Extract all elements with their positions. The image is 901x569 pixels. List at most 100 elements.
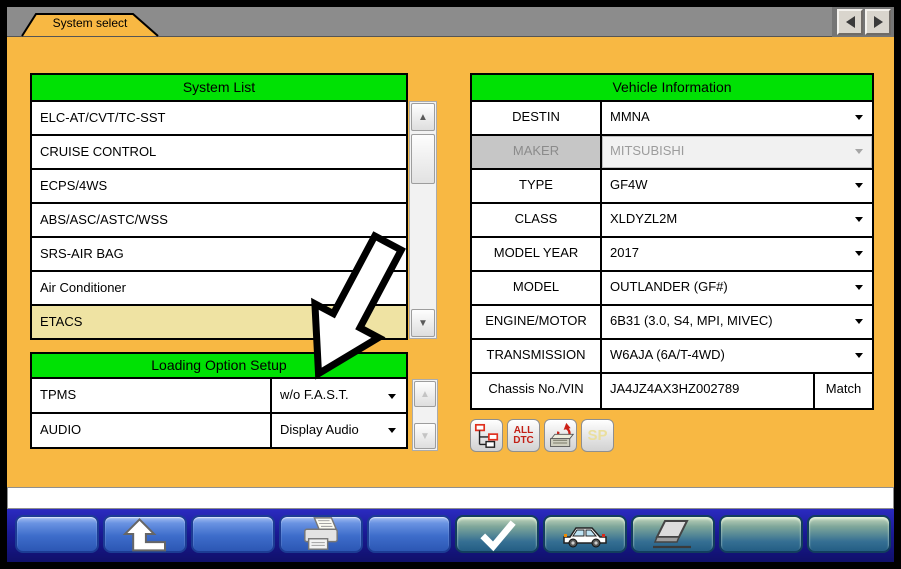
field-label: TYPE [472, 170, 602, 202]
back-home-button[interactable] [103, 515, 187, 553]
option-row: AUDIO Display Audio [32, 414, 406, 447]
vehicle-info-row-disabled: MAKER MITSUBISHI [472, 136, 872, 170]
printer-icon [299, 515, 343, 553]
caret-down-icon [388, 394, 396, 399]
caret-down-icon [855, 217, 863, 222]
class-dropdown[interactable]: XLDYZL2M [602, 204, 872, 236]
system-list-header: System List [30, 73, 408, 102]
vehicle-info-row: ENGINE/MOTOR 6B31 (3.0, S4, MPI, MIVEC) [472, 306, 872, 340]
mut3-window: System select System List ELC-AT/CVT/TC-… [0, 0, 901, 569]
engine-dropdown[interactable]: 6B31 (3.0, S4, MPI, MIVEC) [602, 306, 872, 338]
destin-dropdown[interactable]: MMNA [602, 102, 872, 134]
system-list-scrollbar[interactable]: ▲ ▼ [409, 101, 437, 339]
all-dtc-icon: DTC [513, 436, 534, 446]
caret-down-icon [855, 353, 863, 358]
checkmark-icon [469, 515, 525, 553]
field-label: TRANSMISSION [472, 340, 602, 372]
vehicle-info-row: MODEL YEAR 2017 [472, 238, 872, 272]
ok-confirm-button[interactable] [455, 515, 539, 553]
list-item-selected[interactable]: ETACS [32, 306, 406, 338]
loading-option-header: Loading Option Setup [30, 352, 408, 379]
caret-down-icon [855, 285, 863, 290]
vehicle-select-button[interactable] [543, 515, 627, 553]
field-label: MODEL [472, 272, 602, 304]
toolbar-button-blank-1[interactable] [15, 515, 99, 553]
field-label: Chassis No./VIN [472, 374, 602, 408]
option-label: AUDIO [32, 414, 272, 447]
field-label: ENGINE/MOTOR [472, 306, 602, 338]
tpms-dropdown[interactable]: w/o F.A.S.T. [272, 379, 406, 412]
loading-option-scrollbar: ▲ ▼ [412, 379, 438, 451]
audio-dropdown[interactable]: Display Audio [272, 414, 406, 447]
field-label: MAKER [472, 136, 602, 168]
system-tree-icon [473, 422, 501, 450]
vehicle-info-row: DESTIN MMNA [472, 102, 872, 136]
toolbar-button-blank-4[interactable] [719, 515, 803, 553]
caret-down-icon [855, 115, 863, 120]
tab-nav-panel [832, 7, 894, 37]
vin-value: JA4JZ4AX3HZ002789 [602, 374, 813, 408]
ecu-reload-button[interactable] [544, 419, 577, 452]
all-dtc-button[interactable]: ALL DTC [507, 419, 540, 452]
triangle-down-icon: ▼ [420, 431, 430, 442]
match-button[interactable]: Match [813, 374, 872, 408]
ecu-reload-icon [547, 422, 575, 450]
list-item[interactable]: Air Conditioner [32, 272, 406, 306]
caret-down-icon [388, 428, 396, 433]
triangle-up-icon: ▲ [420, 389, 430, 400]
option-row: TPMS w/o F.A.S.T. [32, 379, 406, 414]
toolbar-button-blank-5[interactable] [807, 515, 891, 553]
transmission-dropdown[interactable]: W6AJA (6A/T-4WD) [602, 340, 872, 372]
vehicle-info-row: TYPE GF4W [472, 170, 872, 204]
system-list: ELC-AT/CVT/TC-SST CRUISE CONTROL ECPS/4W… [30, 100, 408, 340]
tab-label: System select [40, 16, 140, 30]
type-dropdown[interactable]: GF4W [602, 170, 872, 202]
erase-button[interactable] [631, 515, 715, 553]
triangle-down-icon: ▼ [418, 318, 428, 329]
prev-tab-button[interactable] [837, 9, 863, 35]
all-dtc-icon: ALL [514, 426, 533, 436]
scroll-up-button-disabled: ▲ [414, 381, 436, 407]
list-item[interactable]: ABS/ASC/ASTC/WSS [32, 204, 406, 238]
system-tree-button[interactable] [470, 419, 503, 452]
status-bar [7, 487, 894, 509]
vehicle-info-row: Chassis No./VIN JA4JZ4AX3HZ002789 Match [472, 374, 872, 408]
vehicle-info-row: TRANSMISSION W6AJA (6A/T-4WD) [472, 340, 872, 374]
model-year-dropdown[interactable]: 2017 [602, 238, 872, 270]
vehicle-info-row: MODEL OUTLANDER (GF#) [472, 272, 872, 306]
vehicle-info-row: CLASS XLDYZL2M [472, 204, 872, 238]
arrow-left-icon [846, 16, 855, 28]
scroll-down-button[interactable]: ▼ [411, 309, 435, 337]
scroll-down-button-disabled: ▼ [414, 423, 436, 449]
caret-down-icon [855, 183, 863, 188]
vehicle-info-header: Vehicle Information [470, 73, 874, 102]
sp-button-disabled: SP [581, 419, 614, 452]
car-icon [561, 519, 609, 549]
return-arrow-icon [119, 514, 171, 554]
list-item[interactable]: ELC-AT/CVT/TC-SST [32, 102, 406, 136]
bottom-toolbar [7, 509, 894, 562]
list-item[interactable]: CRUISE CONTROL [32, 136, 406, 170]
arrow-right-icon [874, 16, 883, 28]
loading-option-table: TPMS w/o F.A.S.T. AUDIO Display Audio [30, 377, 408, 449]
next-tab-button[interactable] [865, 9, 891, 35]
option-label: TPMS [32, 379, 272, 412]
vehicle-info-table: DESTIN MMNA MAKER MITSUBISHI TYPE GF4W C… [470, 100, 874, 410]
sp-icon: SP [587, 427, 607, 444]
scroll-up-button[interactable]: ▲ [411, 103, 435, 131]
field-label: CLASS [472, 204, 602, 236]
list-item[interactable]: SRS-AIR BAG [32, 238, 406, 272]
list-item[interactable]: ECPS/4WS [32, 170, 406, 204]
toolbar-button-blank-2[interactable] [191, 515, 275, 553]
triangle-up-icon: ▲ [418, 112, 428, 123]
scrollbar-thumb[interactable] [411, 134, 435, 184]
caret-down-icon [855, 149, 863, 154]
print-button[interactable] [279, 515, 363, 553]
caret-down-icon [855, 251, 863, 256]
field-label: MODEL YEAR [472, 238, 602, 270]
model-dropdown[interactable]: OUTLANDER (GF#) [602, 272, 872, 304]
eraser-icon [651, 517, 695, 551]
field-label: DESTIN [472, 102, 602, 134]
maker-dropdown-disabled: MITSUBISHI [602, 136, 872, 168]
toolbar-button-blank-3[interactable] [367, 515, 451, 553]
